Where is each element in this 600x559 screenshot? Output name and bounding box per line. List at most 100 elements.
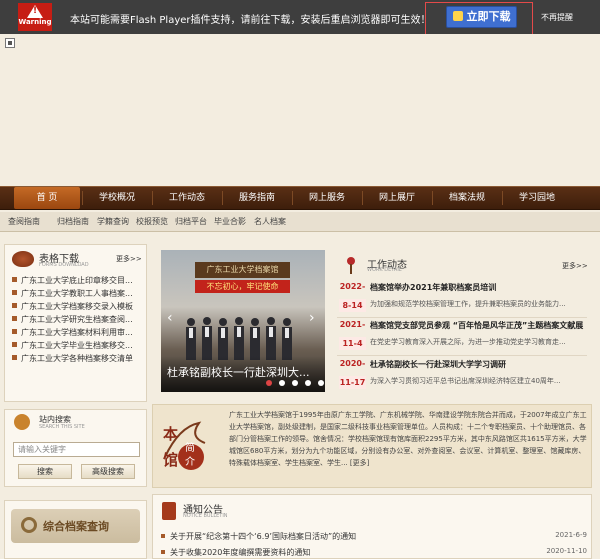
news-title[interactable]: 档案馆举办2021年兼职档案员培训 xyxy=(370,282,588,293)
bullet-icon xyxy=(12,329,17,334)
subnav-item[interactable]: 学籍查询 xyxy=(97,216,129,227)
divider xyxy=(337,317,587,318)
bullet-icon xyxy=(12,316,17,321)
notice-date: 2021-6-9 xyxy=(555,531,587,539)
nav-separator xyxy=(152,191,153,205)
bullet-icon xyxy=(12,355,17,360)
panel-subtitle: FORMS DOWNLOAD xyxy=(39,262,89,268)
news-title[interactable]: 杜承铭副校长一行赴深圳大学学习调研 xyxy=(370,359,588,370)
news-image-slider[interactable]: 广东工业大学档案馆 不忘初心，牢记使命 杜承铭副校长一行赴深圳大... ‹ › xyxy=(161,250,325,392)
prev-arrow-icon[interactable]: ‹ xyxy=(167,310,173,326)
pin-icon xyxy=(14,414,30,430)
sub-nav: 查阅指南 归档指南 学籍查询 校报预览 归档平台 毕业合影 名人档案 xyxy=(0,212,600,232)
bullet-icon xyxy=(12,303,17,308)
flash-message: 本站可能需要Flash Player插件支持，请前往下载，安装后重启浏览器即可生… xyxy=(70,15,431,26)
slider-dot[interactable] xyxy=(292,380,298,386)
news-desc: 在党史学习教育深入开展之际，为进一步推动党史学习教育走... xyxy=(370,338,566,346)
news-item[interactable]: 2021- 11-4 档案馆党支部党员参观 “百年恰是风华正茂”主题档案文献展 … xyxy=(339,320,589,355)
news-more-link[interactable]: 更多>> xyxy=(562,261,588,271)
panel-subtitle: NOTICE BULLETIN xyxy=(183,513,228,519)
news-desc: 为深入学习贯彻习近平总书记出席深圳经济特区建立40周年... xyxy=(370,377,561,385)
divider xyxy=(337,355,587,356)
news-item[interactable]: 2020- 11-17 杜承铭副校长一行赴深圳大学学习调研 为深入学习贯彻习近平… xyxy=(339,359,589,394)
news-year: 2020- xyxy=(339,359,366,368)
work-news-panel: 工作动态 WORK DETAIL 更多>> 2022- 8-14 档案馆举办20… xyxy=(337,248,590,395)
nav-item-regulations[interactable]: 档案法规 xyxy=(434,187,500,209)
list-item[interactable]: 广东工业大学底止印章移交目... xyxy=(12,274,145,287)
bullet-icon xyxy=(12,290,17,295)
banner-bg: 综合档案查询 xyxy=(11,509,140,543)
notice-item[interactable]: 关于开展“纪念第十四个‘6.9’国际档案日活动”的通知 2021-6-9 xyxy=(161,531,589,543)
bowl-icon xyxy=(12,251,34,267)
nav-item-online-service[interactable]: 网上服务 xyxy=(294,187,360,209)
notice-icon xyxy=(162,502,176,520)
search-button[interactable]: 搜索 xyxy=(18,464,72,479)
nav-item-guide[interactable]: 服务指南 xyxy=(224,187,290,209)
nav-item-about[interactable]: 学校概况 xyxy=(84,187,150,209)
list-item[interactable]: 广东工业大学档案移交录入模板 xyxy=(12,300,145,313)
nav-item-exhibition[interactable]: 网上展厅 xyxy=(364,187,430,209)
news-year: 2021- xyxy=(339,320,366,329)
slide-caption[interactable]: 杜承铭副校长一行赴深圳大... xyxy=(167,364,310,380)
list-item[interactable]: 广东工业大学档案材料利用审... xyxy=(12,326,145,339)
nav-item-home[interactable]: 首 页 xyxy=(14,187,80,209)
news-day: 11-4 xyxy=(339,337,366,350)
forms-list: 广东工业大学底止印章移交目... 广东工业大学教职工人事档案... 广东工业大学… xyxy=(12,274,145,365)
subnav-item[interactable]: 校报预览 xyxy=(136,216,168,227)
intro-more-link[interactable]: [更多] xyxy=(350,459,369,467)
nav-separator xyxy=(292,191,293,205)
forms-more-link[interactable]: 更多>> xyxy=(116,254,142,264)
advanced-search-button[interactable]: 高级搜索 xyxy=(81,464,135,479)
notice-panel: 通知公告 NOTICE BULLETIN 关于开展“纪念第十四个‘6.9’国际档… xyxy=(152,494,592,559)
intro-text: 广东工业大学档案馆于1995年由原广东工学院、广东机械学院、华南建设学院东院合并… xyxy=(229,411,587,467)
svg-text:介: 介 xyxy=(185,456,195,468)
subnav-item[interactable]: 归档指南 xyxy=(57,216,89,227)
nav-separator xyxy=(432,191,433,205)
bullet-icon xyxy=(12,277,17,282)
slide-people-figures xyxy=(186,317,292,360)
news-day: 8-14 xyxy=(339,299,366,312)
comprehensive-search-banner[interactable]: 综合档案查询 xyxy=(4,500,147,559)
nav-separator xyxy=(502,191,503,205)
subnav-item[interactable]: 名人档案 xyxy=(254,216,286,227)
warning-label: Warning xyxy=(18,18,52,26)
banner-label: 综合档案查询 xyxy=(43,520,109,533)
slide-banner: 不忘初心，牢记使命 xyxy=(195,280,290,293)
dont-remind-link[interactable]: 不再提醒 xyxy=(541,12,573,23)
warning-icon: Warning xyxy=(18,3,52,31)
intro-seal-icon: 本 馆 简 介 xyxy=(163,421,206,470)
svg-text:馆: 馆 xyxy=(163,451,178,469)
nav-item-study[interactable]: 学习园地 xyxy=(504,187,570,209)
search-input[interactable]: 请输入关键字 xyxy=(13,442,140,457)
subnav-item[interactable]: 查阅指南 xyxy=(8,216,40,227)
slider-dot[interactable] xyxy=(266,380,272,386)
slider-dot[interactable] xyxy=(279,380,285,386)
list-item[interactable]: 广东工业大学研究生档案查阅... xyxy=(12,313,145,326)
page: { "flash_bar": { "warning_label": "Warni… xyxy=(0,0,600,559)
news-desc: 为加强和规范学校档案管理工作，提升兼职档案员的业务能力... xyxy=(370,300,566,308)
nav-separator xyxy=(222,191,223,205)
nav-item-news[interactable]: 工作动态 xyxy=(154,187,220,209)
list-item[interactable]: 广东工业大学各种档案移交清单 xyxy=(12,352,145,365)
archive-intro-panel: 本 馆 简 介 广东工业大学档案馆于1995年由原广东工学院、广东机械学院、华南… xyxy=(152,404,592,488)
next-arrow-icon[interactable]: › xyxy=(309,310,315,326)
bullet-icon xyxy=(12,342,17,347)
flower-icon xyxy=(347,257,355,274)
subnav-item[interactable]: 归档平台 xyxy=(175,216,207,227)
subnav-item[interactable]: 毕业合影 xyxy=(214,216,246,227)
list-item[interactable]: 广东工业大学毕业生档案移交... xyxy=(12,339,145,352)
notice-date: 2020-11-10 xyxy=(546,547,587,555)
news-year: 2022- xyxy=(339,282,366,291)
nav-separator xyxy=(82,191,83,205)
forms-download-panel: 表格下载 FORMS DOWNLOAD 更多>> 广东工业大学底止印章移交目..… xyxy=(4,244,147,402)
panel-subtitle: WORK DETAIL xyxy=(367,267,402,273)
notice-item[interactable]: 关于收集2020年度编撰需要资料的通知 2020-11-10 xyxy=(161,547,589,559)
news-title[interactable]: 档案馆党支部党员参观 “百年恰是风华正茂”主题档案文献展 xyxy=(370,320,588,331)
slide-sign: 广东工业大学档案馆 xyxy=(195,262,290,278)
broken-image-icon xyxy=(5,38,15,48)
svg-text:本: 本 xyxy=(163,425,178,443)
slider-dot[interactable] xyxy=(318,380,324,386)
list-item[interactable]: 广东工业大学教职工人事档案... xyxy=(12,287,145,300)
slider-dot[interactable] xyxy=(305,380,311,386)
news-item[interactable]: 2022- 8-14 档案馆举办2021年兼职档案员培训 为加强和规范学校档案管… xyxy=(339,282,589,317)
